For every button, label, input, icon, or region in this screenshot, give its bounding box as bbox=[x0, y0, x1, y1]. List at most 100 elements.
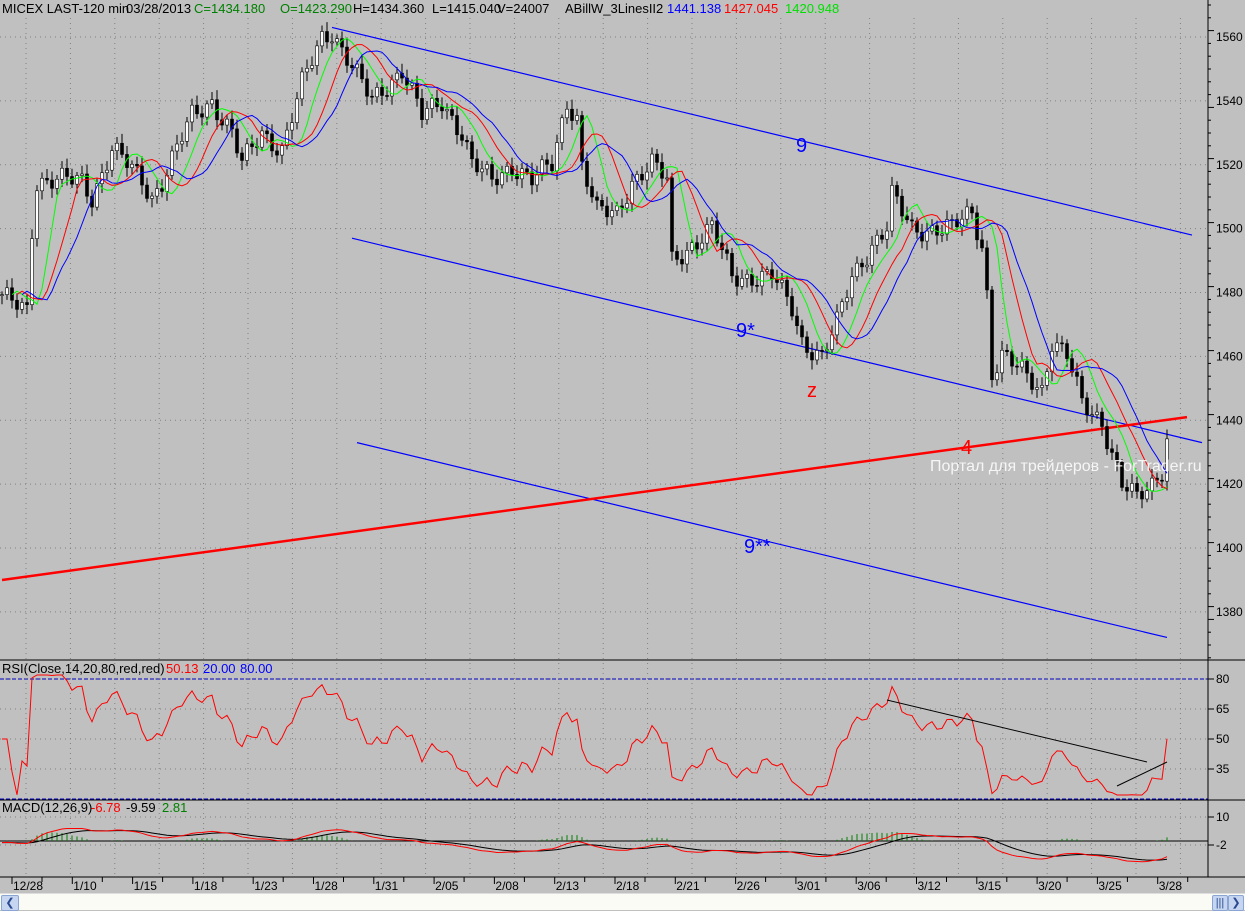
price-tick-label: 1380 bbox=[1216, 605, 1243, 619]
candle-body bbox=[50, 179, 54, 189]
candle-body bbox=[625, 203, 629, 209]
candle-body bbox=[1060, 342, 1064, 345]
candle-body bbox=[590, 186, 594, 198]
candle-body bbox=[425, 108, 429, 120]
candle-body bbox=[345, 46, 349, 66]
candle-body bbox=[455, 115, 459, 136]
price-tick-label: 1460 bbox=[1216, 349, 1243, 363]
candle-body bbox=[735, 275, 739, 287]
candle-body bbox=[70, 176, 74, 185]
candle-body bbox=[980, 239, 984, 249]
indicator-red-value: 1427.045 bbox=[724, 1, 778, 16]
candle-body bbox=[1080, 376, 1084, 399]
time-tick-label: 1/23 bbox=[254, 879, 278, 893]
price-tick-label: 1500 bbox=[1216, 222, 1243, 236]
candle-body bbox=[130, 163, 134, 168]
candle-body bbox=[485, 164, 489, 170]
candle-body bbox=[1085, 397, 1089, 416]
candle-body bbox=[325, 31, 329, 43]
candle-body bbox=[880, 234, 884, 240]
price-tick-label: 1520 bbox=[1216, 158, 1243, 172]
candle-body bbox=[910, 219, 914, 222]
candle-body bbox=[1095, 411, 1099, 415]
price-tick-label: 1540 bbox=[1216, 94, 1243, 108]
date-label: 03/28/2013 bbox=[126, 1, 191, 16]
candle-body bbox=[905, 215, 909, 221]
candle-body bbox=[845, 297, 849, 303]
candle-body bbox=[470, 141, 474, 160]
candle-body bbox=[1075, 371, 1079, 377]
candle-body bbox=[665, 177, 669, 180]
candle-body bbox=[820, 350, 824, 352]
horizontal-scrollbar[interactable]: ❮ ||| ❯ bbox=[0, 893, 1245, 911]
candle-body bbox=[15, 299, 19, 310]
candle-body bbox=[990, 289, 994, 381]
candle-body bbox=[55, 178, 59, 189]
candle-body bbox=[475, 158, 479, 173]
candle-body bbox=[245, 143, 249, 161]
candle-body bbox=[460, 134, 464, 141]
price-tick-label: 1480 bbox=[1216, 286, 1243, 300]
time-tick-label: 2/21 bbox=[676, 879, 700, 893]
rsi-header: RSI(Close,14,20,80,red,red) 50.13 20.00 … bbox=[2, 661, 273, 676]
candle-body bbox=[225, 118, 229, 126]
candle-body bbox=[885, 230, 889, 240]
time-tick-label: 1/31 bbox=[375, 879, 399, 893]
time-tick-label: 12/28 bbox=[13, 879, 43, 893]
candle-body bbox=[925, 230, 929, 242]
candle-body bbox=[370, 95, 374, 98]
candle-body bbox=[865, 264, 869, 268]
candle-body bbox=[1035, 387, 1039, 390]
rsi-tick-label: 65 bbox=[1216, 702, 1230, 716]
candle-body bbox=[75, 175, 79, 185]
candle-body bbox=[630, 181, 634, 204]
macd-signal-value: -9.59 bbox=[126, 800, 156, 815]
candle-body bbox=[185, 121, 189, 142]
candle-body bbox=[1005, 349, 1009, 352]
candle-body bbox=[365, 78, 369, 97]
rsi-value: 50.13 bbox=[166, 661, 199, 676]
candle-body bbox=[350, 65, 354, 69]
candle-body bbox=[465, 140, 469, 143]
candle-body bbox=[855, 262, 859, 278]
time-tick-label: 2/26 bbox=[737, 879, 761, 893]
candle-body bbox=[710, 220, 714, 225]
candle-body bbox=[860, 262, 864, 268]
volume-value: V=24007 bbox=[497, 1, 549, 16]
candle-body bbox=[275, 150, 279, 156]
candle-body bbox=[450, 109, 454, 116]
candle-body bbox=[615, 205, 619, 211]
candle-body bbox=[810, 352, 814, 361]
candle-body bbox=[175, 143, 179, 152]
candle-body bbox=[265, 130, 269, 135]
candle-body bbox=[135, 163, 139, 167]
time-tick-label: 3/01 bbox=[797, 879, 821, 893]
price-chart[interactable]: 1560 1540 1520 1500 1480 1460 1440 1420 1400 1380… bbox=[0, 0, 1245, 893]
candle-body bbox=[5, 287, 9, 295]
candle-body bbox=[250, 143, 254, 147]
candle-body bbox=[655, 153, 659, 163]
candle-body bbox=[380, 87, 384, 96]
candle-body bbox=[145, 184, 149, 199]
candle-body bbox=[315, 45, 319, 66]
candle-body bbox=[385, 95, 389, 97]
price-tick-label: 1560 bbox=[1216, 30, 1243, 44]
candle-body bbox=[0, 294, 4, 296]
candle-body bbox=[160, 188, 164, 192]
candle-body bbox=[1030, 372, 1034, 390]
annotation-9-star: 9* bbox=[736, 320, 755, 342]
open-value: O=1423.290 bbox=[280, 1, 352, 16]
candle-body bbox=[570, 108, 574, 121]
candle-body bbox=[545, 159, 549, 165]
macd-label: MACD(12,26,9) bbox=[2, 800, 92, 815]
chart-header: MICEX LAST-120 min 03/28/2013 C=1434.180… bbox=[2, 1, 839, 16]
time-tick-label: 3/15 bbox=[978, 879, 1002, 893]
candle-body bbox=[1105, 426, 1109, 450]
price-tick-label: 1400 bbox=[1216, 541, 1243, 555]
time-tick-label: 2/13 bbox=[556, 879, 580, 893]
indicator-blue-value: 1441.138 bbox=[667, 1, 721, 16]
candle-body bbox=[100, 172, 104, 184]
candle-body bbox=[1145, 490, 1149, 500]
macd-value: -6.78 bbox=[91, 800, 121, 815]
candle-body bbox=[750, 273, 754, 286]
